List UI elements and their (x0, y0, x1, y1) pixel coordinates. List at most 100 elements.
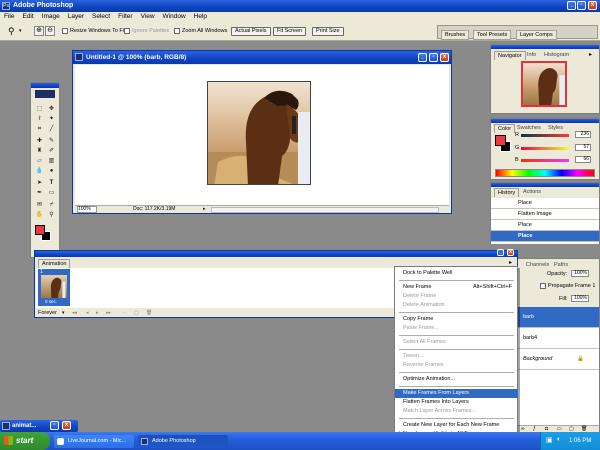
dodge-tool-icon[interactable]: ● (47, 167, 56, 175)
channel-g-slider[interactable] (521, 147, 569, 150)
lasso-tool-icon[interactable]: ℓ (35, 115, 44, 123)
pen-tool-icon[interactable]: ✒ (35, 189, 44, 197)
well-tab-tool-presets[interactable]: Tool Presets (473, 30, 512, 40)
color-spectrum-bar[interactable] (495, 169, 595, 177)
tab-navigator[interactable]: Navigator (494, 51, 526, 60)
close-button[interactable]: x (588, 1, 597, 10)
minimized-animation-window[interactable]: animat... ▫ x (0, 420, 78, 432)
eraser-tool-icon[interactable]: ▱ (35, 157, 44, 165)
animation-min-button[interactable]: _ (497, 249, 504, 256)
menu-item-dock-to-palette-well[interactable]: Dock to Palette Well (395, 269, 518, 278)
channel-r-value[interactable]: 236 (575, 131, 591, 138)
doc-minimize-button[interactable]: _ (418, 53, 427, 62)
propagate-checkbox[interactable] (540, 283, 546, 289)
menu-file[interactable]: File (0, 12, 18, 22)
history-brush-tool-icon[interactable]: ✐ (47, 147, 56, 155)
prev-frame-icon[interactable]: ◂ (86, 309, 89, 317)
channel-b-slider[interactable] (521, 159, 569, 162)
history-item-selected[interactable]: Place (491, 231, 599, 242)
minimized-restore-button[interactable]: ▫ (50, 421, 59, 430)
history-panel-header[interactable] (491, 183, 599, 187)
minimized-close-button[interactable]: x (62, 421, 71, 430)
eyedropper-tool-icon[interactable]: ⌿ (47, 201, 56, 209)
channel-g-value[interactable]: 57 (575, 144, 591, 151)
well-tab-layer-comps[interactable]: Layer Comps (516, 30, 557, 40)
notes-tool-icon[interactable]: ✉ (35, 201, 44, 209)
next-frame-icon[interactable]: ▸▸ (106, 309, 111, 317)
tab-history[interactable]: History (494, 188, 520, 197)
animation-frame[interactable]: 1 0 sec. (38, 269, 70, 306)
color-fg-swatch[interactable] (495, 135, 506, 146)
first-frame-icon[interactable]: ◂◂ (72, 309, 77, 317)
move-tool-icon[interactable]: ✥ (47, 105, 56, 113)
horizontal-scrollbar[interactable] (211, 207, 439, 213)
menu-item-new-frame[interactable]: New Frame Alt+Shift+Ctrl+F (395, 283, 518, 292)
menu-item-flatten-frames-into-layers[interactable]: Flatten Frames Into Layers (395, 398, 518, 407)
ignore-palettes-checkbox[interactable] (124, 28, 130, 34)
menu-help[interactable]: Help (190, 12, 211, 22)
menu-item-optimize-animation[interactable]: Optimize Animation... (395, 375, 518, 384)
tab-animation[interactable]: Animation (38, 259, 71, 268)
volume-icon[interactable]: ◖ (556, 436, 560, 443)
tab-styles[interactable]: Styles (545, 124, 566, 132)
doc-maximize-button[interactable]: ▫ (429, 53, 438, 62)
menu-image[interactable]: Image (38, 12, 64, 22)
minimize-button[interactable]: _ (567, 1, 576, 10)
history-item[interactable]: Flatten Image (491, 209, 599, 220)
duplicate-frame-icon[interactable]: ▢ (134, 309, 139, 317)
menu-filter[interactable]: Filter (114, 12, 136, 22)
doc-close-button[interactable]: x (440, 53, 449, 62)
delete-frame-icon[interactable]: 🗑 (146, 309, 152, 317)
foreground-color-swatch[interactable] (35, 225, 45, 235)
hand-tool-icon[interactable]: ✋ (35, 211, 44, 219)
fit-screen-button[interactable]: Fit Screen (273, 27, 307, 36)
menu-edit[interactable]: Edit (18, 12, 37, 22)
menu-item-create-new-layer-for-each-new-frame[interactable]: Create New Layer for Each New Frame (395, 421, 518, 430)
toolbox-header[interactable] (31, 83, 59, 88)
start-button[interactable]: start (0, 432, 50, 450)
menu-view[interactable]: View (137, 12, 159, 22)
magic-wand-tool-icon[interactable]: ✦ (47, 115, 56, 123)
animation-header[interactable]: _ x (35, 249, 517, 257)
channel-r-slider[interactable] (521, 134, 569, 137)
type-tool-icon[interactable]: T (47, 179, 56, 187)
tween-icon[interactable]: ⋯ (122, 309, 127, 317)
document-title-bar[interactable]: Untitled-1 @ 100% (barb, RGB/8) _ ▫ x (73, 51, 451, 64)
menu-select[interactable]: Select (88, 12, 114, 22)
well-tab-brushes[interactable]: Brushes (441, 30, 470, 40)
zoom-tool-icon[interactable]: ⚲ (8, 26, 15, 36)
fill-field[interactable]: 100% (571, 295, 589, 302)
taskbar-photoshop[interactable]: Adobe Photoshop (138, 435, 228, 448)
menu-window[interactable]: Window (159, 12, 190, 22)
resize-windows-checkbox[interactable] (62, 28, 68, 34)
tab-histogram[interactable]: Histogram (541, 51, 572, 59)
tab-channels[interactable]: Channels (523, 261, 552, 269)
actual-pixels-button[interactable]: Actual Pixels (231, 27, 271, 36)
marquee-tool-icon[interactable]: ⬚ (35, 105, 44, 113)
tab-info[interactable]: Info (524, 51, 539, 59)
taskbar-livejournal[interactable]: LiveJournal.com - Mic... (54, 435, 134, 448)
menu-item-make-frames-from-layers[interactable]: Make Frames From Layers (395, 389, 518, 398)
healing-brush-tool-icon[interactable]: ✚ (35, 137, 44, 145)
shape-tool-icon[interactable]: ▭ (47, 189, 56, 197)
menu-item-copy-frame[interactable]: Copy Frame (395, 315, 518, 324)
zoom-all-windows-checkbox[interactable] (174, 28, 180, 34)
zoom-level-field[interactable]: 100% (77, 206, 97, 213)
brush-tool-icon[interactable]: ✎ (47, 137, 56, 145)
play-icon[interactable]: ▸ (96, 309, 99, 317)
opacity-field[interactable]: 100% (571, 270, 589, 277)
tool-preset-dropdown-icon[interactable]: ▾ (19, 28, 22, 34)
gradient-tool-icon[interactable]: ▥ (47, 157, 56, 165)
status-menu-arrow-icon[interactable]: ▸ (203, 206, 206, 213)
zoom-tool-box-icon[interactable]: ⚲ (47, 211, 56, 219)
frame-delay[interactable]: 0 sec. (45, 299, 57, 304)
tab-paths[interactable]: Paths (551, 261, 571, 269)
zoom-out-icon[interactable]: ⊖ (45, 26, 55, 36)
history-item[interactable]: Place (491, 220, 599, 231)
tab-swatches[interactable]: Swatches (514, 124, 544, 132)
slice-tool-icon[interactable]: ╱ (47, 125, 56, 133)
history-item[interactable]: Place (491, 198, 599, 209)
clone-stamp-tool-icon[interactable]: ♜ (35, 147, 44, 155)
print-size-button[interactable]: Print Size (312, 27, 344, 36)
color-panel-header[interactable] (491, 119, 599, 123)
